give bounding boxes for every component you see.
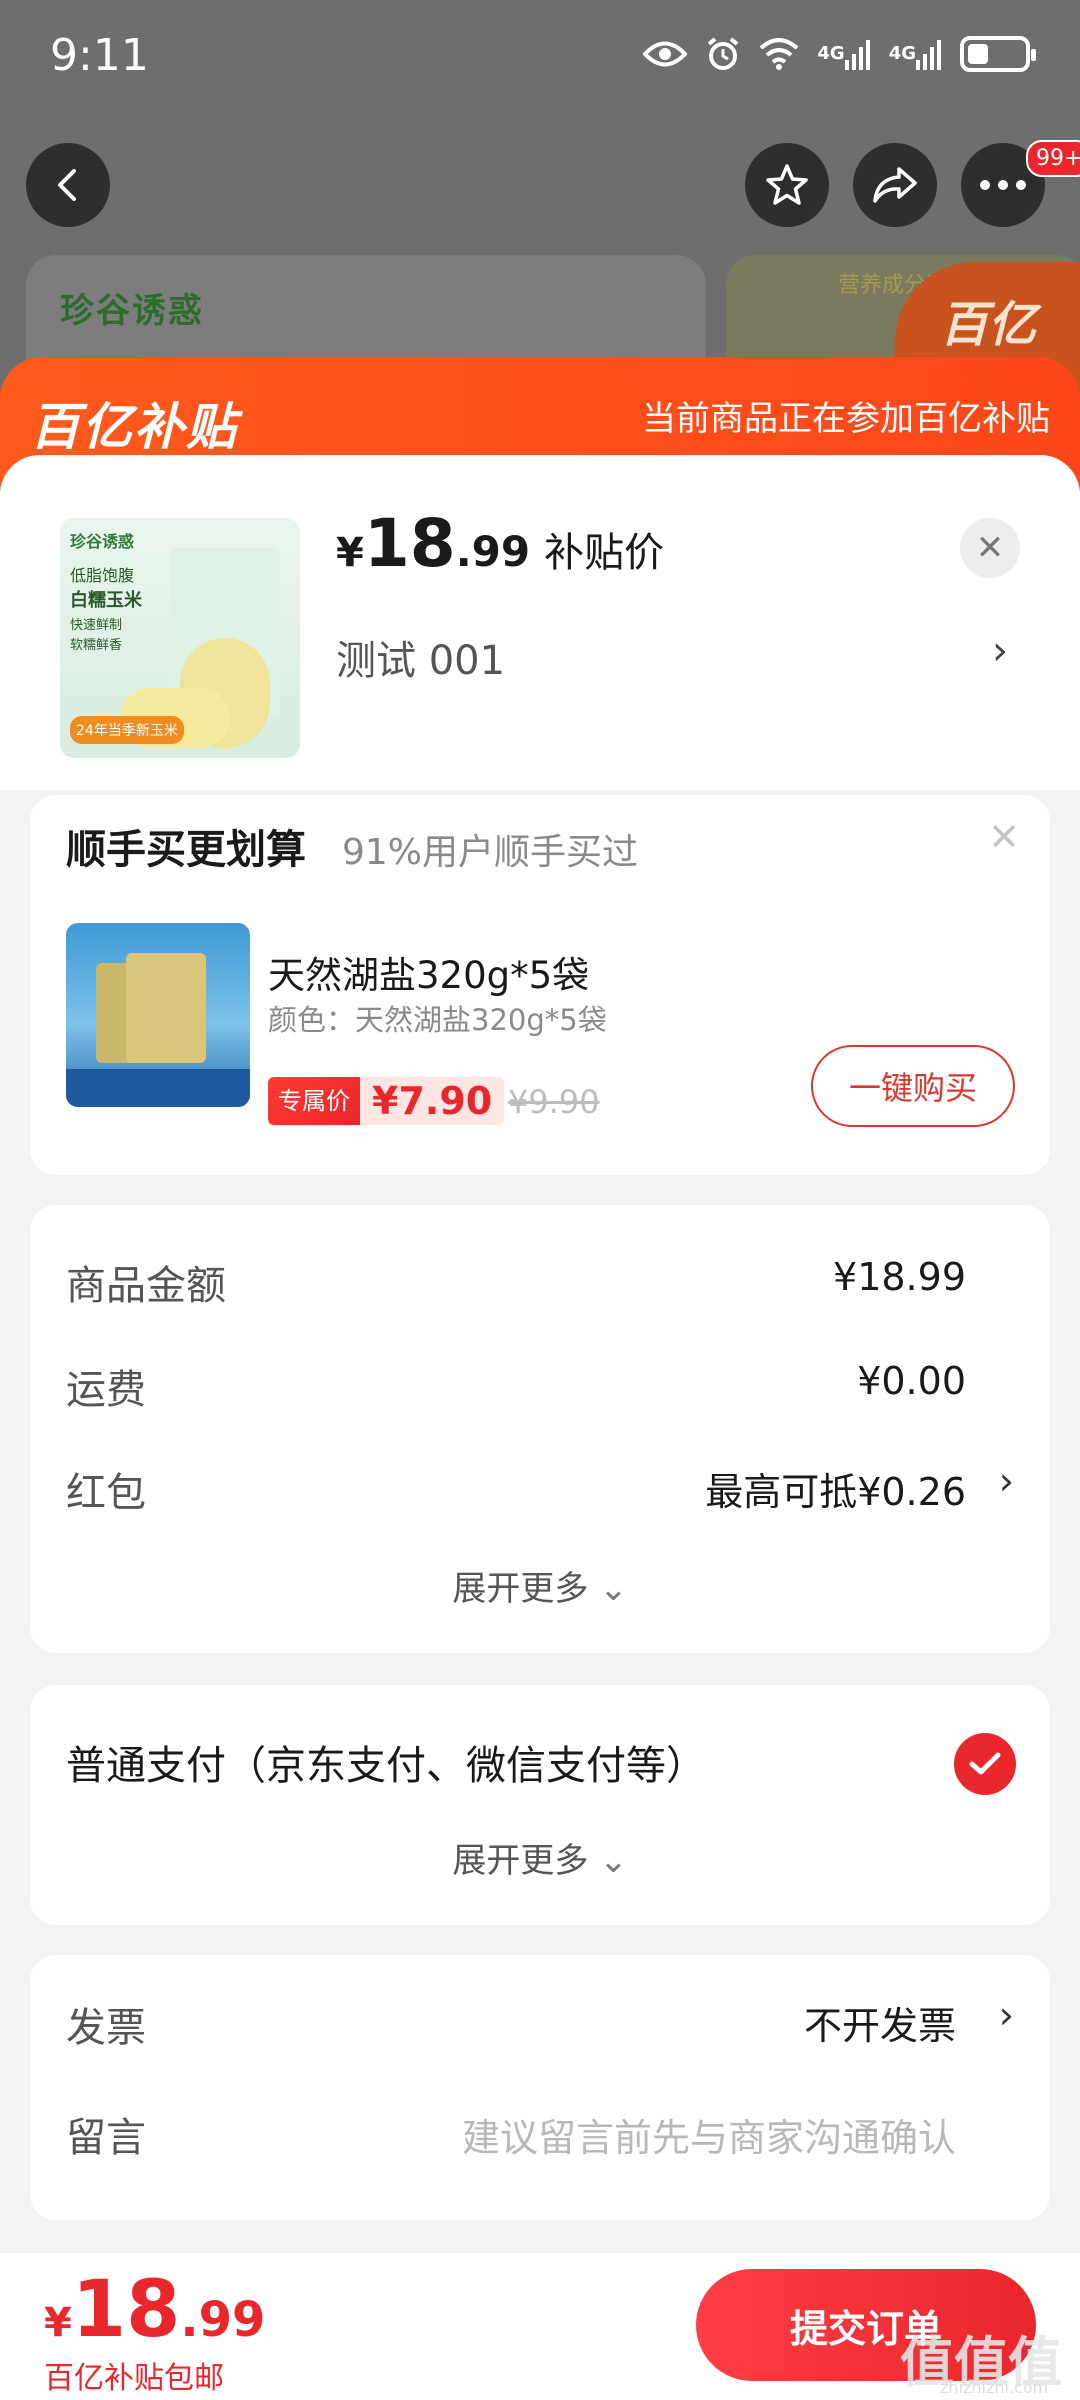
payment-card: 普通支付（京东支付、微信支付等） 展开更多 ⌄ xyxy=(30,1685,1050,1925)
note-label: 留言 xyxy=(66,2115,146,2161)
alarm-icon xyxy=(705,34,741,74)
chevron-right-icon[interactable]: › xyxy=(999,1459,1014,1503)
invoice-value[interactable]: 不开发票 xyxy=(804,1995,956,2050)
goods-amount-value: ¥18.99 xyxy=(833,1255,966,1299)
product-image[interactable]: 珍谷诱惑 低脂饱腹 白糯玉米 快速鲜制 软糯鲜香 24年当季新玉米 xyxy=(60,518,300,758)
total-price: ¥ 18 .99 xyxy=(44,2265,265,2355)
wifi-icon xyxy=(759,34,799,74)
price-integer: 18 xyxy=(363,505,456,582)
original-price: ¥9.90 xyxy=(508,1083,600,1121)
subsidy-note: 当前商品正在参加百亿补贴 xyxy=(642,399,1050,439)
network-label-2: 4G xyxy=(888,43,916,64)
red-packet-value[interactable]: 最高可抵¥0.26 xyxy=(705,1461,966,1516)
signal-icon-2: 4G xyxy=(889,34,942,74)
subsidy-price: ¥ 18 .99 补贴价 xyxy=(336,505,664,582)
share-button[interactable] xyxy=(853,143,937,227)
cost-expand-label: 展开更多 xyxy=(452,1569,589,1609)
upsell-title: 顺手买更划算 xyxy=(66,827,306,873)
product-image-line: 软糯鲜香 xyxy=(70,638,123,653)
close-icon: ✕ xyxy=(975,528,1005,568)
exclusive-label: 专属价 xyxy=(268,1077,360,1125)
eye-icon xyxy=(643,34,688,74)
total-currency: ¥ xyxy=(44,2300,72,2346)
product-image-line: 快速鲜制 xyxy=(70,618,123,633)
exclusive-price: ¥7.90 xyxy=(360,1077,505,1125)
note-input[interactable]: 建议留言前先与商家沟通确认 xyxy=(462,2107,956,2162)
shipping-label: 运费 xyxy=(66,1367,146,1413)
cost-card: 商品金额 ¥18.99 运费 ¥0.00 红包 最高可抵¥0.26 › 展开更多… xyxy=(30,1205,1050,1653)
chevron-down-icon: ⌄ xyxy=(599,1841,628,1881)
product-image-line: 低脂饱腹 xyxy=(70,566,135,585)
salt-image-strip xyxy=(66,1069,250,1107)
total-integer: 18 xyxy=(71,2265,181,2355)
share-icon xyxy=(873,167,917,203)
background-brand: 珍谷诱惑 xyxy=(60,291,204,331)
chevron-down-icon: ⌄ xyxy=(599,1569,628,1609)
total-decimal: .99 xyxy=(180,2292,266,2348)
one-click-buy-button[interactable]: 一键购买 xyxy=(811,1045,1015,1127)
free-shipping-note: 百亿补贴包邮 xyxy=(44,2361,224,2396)
product-image-tag: 24年当季新玉米 xyxy=(70,716,184,744)
chevron-left-icon xyxy=(58,169,76,201)
upsell-close-icon[interactable]: ✕ xyxy=(988,815,1020,859)
watermark-url: zhizhizhi.com xyxy=(940,2378,1049,2397)
invoice-label: 发票 xyxy=(66,2005,146,2051)
upsell-subtitle: 91%用户顺手买过 xyxy=(342,832,639,873)
shipping-value: ¥0.00 xyxy=(857,1359,966,1403)
status-time: 9:11 xyxy=(50,30,149,81)
price-decimal: .99 xyxy=(455,527,531,576)
payment-expand-button[interactable]: 展开更多 ⌄ xyxy=(30,1833,1050,1882)
favorite-button[interactable] xyxy=(745,143,829,227)
product-image-brand: 珍谷诱惑 xyxy=(70,532,135,551)
battery-icon xyxy=(960,36,1036,72)
variant-selector[interactable]: 测试 001 xyxy=(336,628,505,686)
signal-icon-1: 4G xyxy=(817,34,870,74)
upsell-card: 顺手买更划算 91%用户顺手买过 ✕ 天然湖盐320g*5袋 颜色：天然湖盐32… xyxy=(30,795,1050,1175)
close-button[interactable]: ✕ xyxy=(960,518,1020,578)
upsell-item-name[interactable]: 天然湖盐320g*5袋 xyxy=(268,945,589,999)
upsell-item-spec: 颜色：天然湖盐320g*5袋 xyxy=(268,1003,607,1037)
red-packet-label: 红包 xyxy=(66,1470,146,1516)
product-image-line: 白糯玉米 xyxy=(70,590,142,611)
more-dots-icon xyxy=(980,180,1026,190)
price-label: 补贴价 xyxy=(544,530,665,576)
message-badge: 99+ xyxy=(1026,140,1080,177)
chevron-right-icon[interactable]: › xyxy=(992,628,1008,674)
chevron-right-icon[interactable]: › xyxy=(999,1993,1014,2037)
subsidy-logo: 百亿补贴 xyxy=(30,398,238,456)
goods-amount-label: 商品金额 xyxy=(66,1263,226,1309)
network-label-1: 4G xyxy=(817,43,845,64)
payment-selected-check[interactable] xyxy=(954,1733,1016,1795)
back-button[interactable] xyxy=(26,143,110,227)
star-icon xyxy=(766,164,808,205)
cost-expand-button[interactable]: 展开更多 ⌄ xyxy=(30,1561,1050,1610)
exclusive-price-tag: 专属价 ¥7.90 xyxy=(268,1077,505,1125)
payment-method[interactable]: 普通支付（京东支付、微信支付等） xyxy=(66,1733,706,1791)
upsell-item-image[interactable] xyxy=(66,923,250,1107)
status-icons: 4G 4G xyxy=(643,34,1036,74)
salt-bag-graphic xyxy=(126,953,206,1063)
invoice-card: 发票 不开发票 › 留言 建议留言前先与商家沟通确认 xyxy=(30,1955,1050,2220)
status-bar: 9:11 4G 4G xyxy=(0,0,1080,110)
background-subsidy-text: 百亿 xyxy=(940,297,1037,353)
price-currency: ¥ xyxy=(336,530,364,576)
payment-expand-label: 展开更多 xyxy=(452,1841,589,1881)
checkmark-icon xyxy=(969,1752,1001,1775)
